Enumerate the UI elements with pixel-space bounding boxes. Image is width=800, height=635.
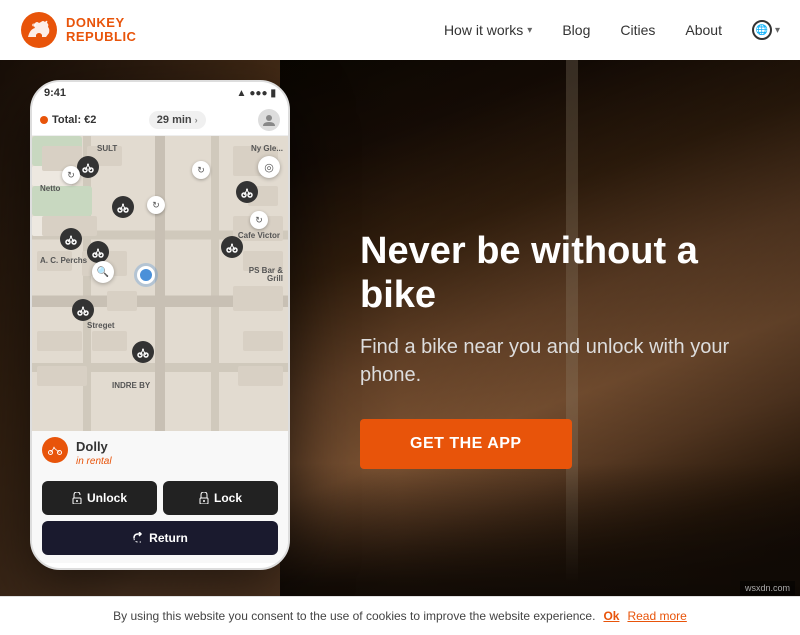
battery-icon: ▮: [270, 88, 276, 99]
map-area: SULT Netto A. C. Perchs Cafe Victor PS B…: [32, 136, 288, 431]
lock-icon: [199, 492, 209, 504]
search-control-icon[interactable]: 🔍: [92, 261, 114, 283]
ride-info-bar: Total: €2 29 min ›: [32, 104, 288, 136]
refresh-icon[interactable]: ↻: [192, 161, 210, 179]
signal-icon: ●●●: [249, 88, 267, 99]
phone-time: 9:41: [44, 87, 66, 99]
map-block: [233, 286, 283, 311]
navigation: DONKEY REPUBLIC How it works ▾ Blog Citi…: [0, 0, 800, 60]
refresh-icon[interactable]: ↻: [250, 211, 268, 229]
return-button[interactable]: Return: [42, 521, 278, 555]
map-label-cafe: Cafe Victor: [238, 231, 280, 240]
nav-about[interactable]: About: [685, 22, 722, 38]
map-block: [37, 331, 82, 351]
lock-button[interactable]: Lock: [163, 481, 278, 515]
nav-links: How it works ▾ Blog Cities About 🌐 ▾: [444, 20, 780, 40]
map-pin[interactable]: [77, 156, 99, 178]
ride-cost: Total: €2: [40, 114, 96, 126]
map-label-netto: Netto: [40, 184, 60, 193]
bike-pin-icon: [241, 186, 253, 198]
cookie-text: By using this website you consent to the…: [113, 609, 595, 623]
refresh-icon[interactable]: ↻: [147, 196, 165, 214]
chevron-down-icon: ▾: [527, 25, 532, 36]
hero-subtitle: Find a bike near you and unlock with you…: [360, 333, 740, 389]
bike-pin-icon: [137, 346, 149, 358]
status-icons: ▲ ●●● ▮: [236, 88, 276, 99]
locate-icon[interactable]: ◎: [258, 156, 280, 178]
bike-type-icon: [42, 437, 68, 463]
map-pin[interactable]: [60, 228, 82, 250]
map-block: [238, 366, 283, 386]
bicycle-icon: [48, 445, 62, 455]
ride-dot-icon: [40, 116, 48, 124]
map-label-psbar2: Grill: [267, 274, 283, 283]
map-pin[interactable]: [112, 196, 134, 218]
bike-pin-icon: [226, 241, 238, 253]
bike-pin-icon: [65, 233, 77, 245]
cookie-ok-button[interactable]: Ok: [603, 609, 619, 623]
unlock-icon: [72, 492, 82, 504]
logo[interactable]: DONKEY REPUBLIC: [20, 11, 136, 49]
map-label-ny: Ny Gle...: [251, 144, 283, 153]
chevron-right-icon: ›: [195, 115, 198, 125]
nav-blog[interactable]: Blog: [562, 22, 590, 38]
cookie-read-more-link[interactable]: Read more: [627, 609, 686, 623]
map-pin[interactable]: [221, 236, 243, 258]
logo-text: DONKEY REPUBLIC: [66, 16, 136, 45]
get-the-app-button[interactable]: GET THE APP: [360, 419, 572, 469]
bike-pin-icon: [92, 246, 104, 258]
bike-pin-icon: [117, 201, 129, 213]
bike-info-panel: Dolly in rental Unlock: [32, 431, 288, 563]
hero-content: Never be without a bike Find a bike near…: [360, 230, 740, 469]
map-label-indre: INDRE BY: [112, 381, 150, 390]
bike-pin-icon: [77, 304, 89, 316]
phone-status-bar: 9:41 ▲ ●●● ▮: [32, 82, 288, 104]
nav-cities[interactable]: Cities: [620, 22, 655, 38]
phone-mockup: 9:41 ▲ ●●● ▮ Total: €2 29 min ›: [30, 80, 300, 580]
bike-pin-icon: [82, 161, 94, 173]
donkey-logo-icon: [20, 11, 58, 49]
selected-bike-pin[interactable]: [137, 266, 155, 284]
map-block: [92, 331, 127, 351]
action-buttons: Unlock Lock: [42, 481, 278, 515]
unlock-button[interactable]: Unlock: [42, 481, 157, 515]
map-block: [107, 291, 137, 311]
map-block: [243, 331, 283, 351]
chevron-down-icon: ▾: [775, 25, 780, 36]
map-pin[interactable]: [132, 341, 154, 363]
map-block: [37, 366, 87, 386]
bike-name: Dolly: [76, 439, 112, 454]
phone-screen: 9:41 ▲ ●●● ▮ Total: €2 29 min ›: [30, 80, 290, 570]
map-pin[interactable]: [236, 181, 258, 203]
return-icon: [132, 532, 144, 544]
phone-map[interactable]: SULT Netto A. C. Perchs Cafe Victor PS B…: [32, 136, 288, 431]
map-pin[interactable]: [87, 241, 109, 263]
refresh-icon[interactable]: ↻: [62, 166, 80, 184]
map-label-perchs: A. C. Perchs: [40, 256, 87, 265]
ride-duration[interactable]: 29 min ›: [149, 111, 206, 129]
map-label-stroeget: Streget: [87, 321, 115, 330]
map-pin[interactable]: [72, 299, 94, 321]
profile-icon[interactable]: [258, 109, 280, 131]
watermark: wsxdn.com: [740, 581, 795, 595]
language-selector[interactable]: 🌐 ▾: [752, 20, 780, 40]
nav-how-it-works[interactable]: How it works ▾: [444, 22, 532, 38]
wifi-icon: ▲: [236, 88, 246, 99]
bike-status: in rental: [76, 456, 112, 467]
hero-title: Never be without a bike: [360, 230, 740, 317]
cookie-banner: By using this website you consent to the…: [0, 596, 800, 635]
globe-icon: 🌐: [752, 20, 772, 40]
user-icon: [262, 113, 276, 127]
map-label-sult: SULT: [97, 144, 117, 153]
